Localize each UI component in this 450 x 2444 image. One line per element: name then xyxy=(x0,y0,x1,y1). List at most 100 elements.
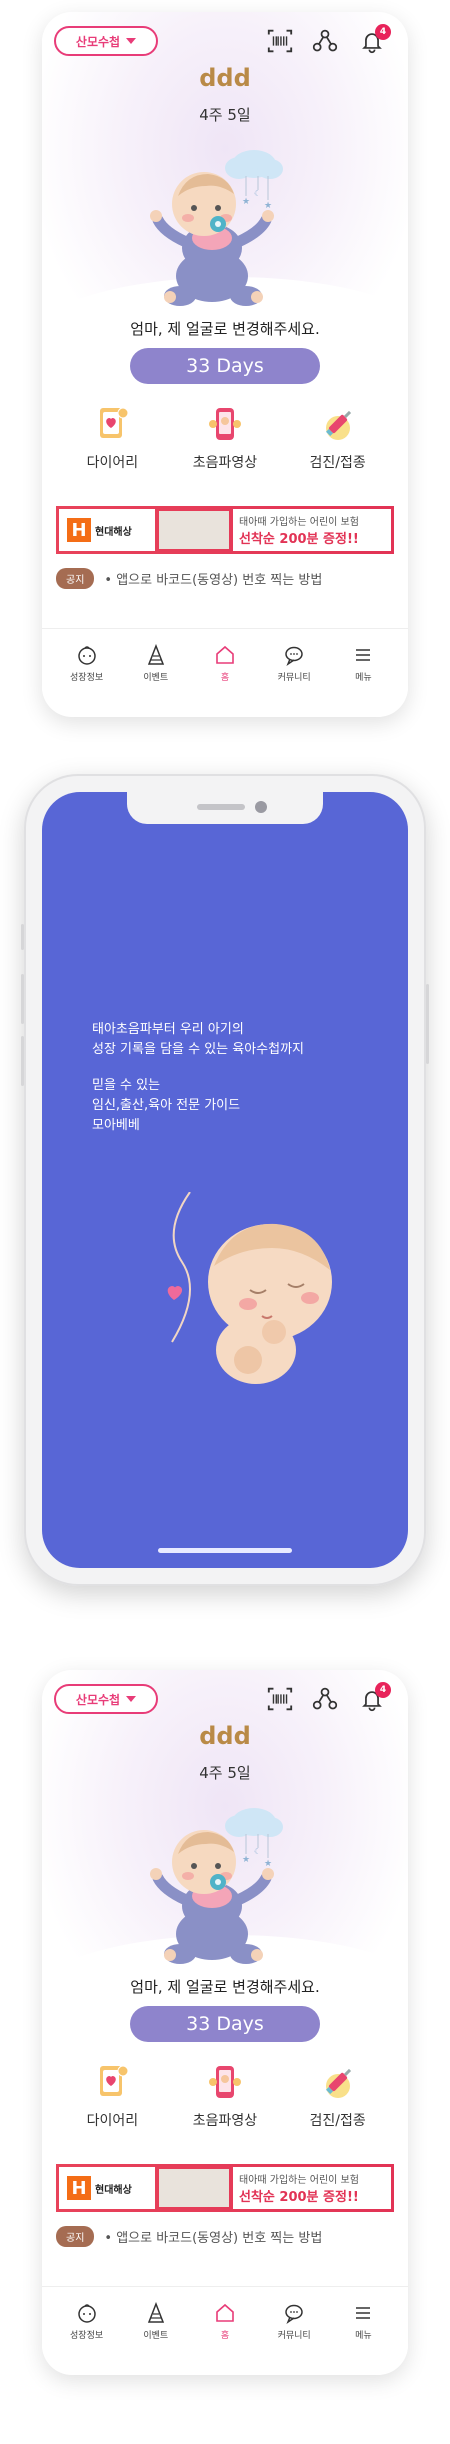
days-counter-button[interactable]: 33 Days xyxy=(130,348,320,384)
nav-growth[interactable]: 성장정보 xyxy=(57,644,117,683)
notice-text: • 앱으로 바코드(동영상) 번호 찍는 방법 xyxy=(104,2231,323,2246)
hyundai-logo-icon: H xyxy=(67,518,91,542)
nav-growth-label: 성장정보 xyxy=(70,673,104,683)
menu-vaccine-label: 검진/접종 xyxy=(309,2113,366,2129)
barcode-icon[interactable] xyxy=(265,1684,295,1714)
hamburger-icon xyxy=(356,649,371,661)
notice-bar[interactable]: 공지 • 앱으로 바코드(동영상) 번호 찍는 방법 xyxy=(56,2226,322,2247)
splash-line: 믿을 수 있는 xyxy=(92,1078,161,1093)
banner-line1: 태아때 가입하는 어린이 보험 xyxy=(239,517,359,528)
nav-event-label: 이벤트 xyxy=(143,673,169,683)
notification-badge: 4 xyxy=(375,1682,391,1698)
banner-brand-area: H 현대해상 xyxy=(59,509,155,551)
nav-growth-label: 성장정보 xyxy=(70,2331,104,2341)
menu-diary-label: 다이어리 xyxy=(86,2113,139,2129)
nav-event[interactable]: 이벤트 xyxy=(126,644,186,683)
splash-line: 성장 기록을 담을 수 있는 육아수첩까지 xyxy=(92,1042,305,1057)
mode-select-label: 산모수첩 xyxy=(75,34,121,49)
nav-menu[interactable]: 메뉴 xyxy=(333,644,393,683)
baby-name: ddd xyxy=(199,1722,251,1750)
nav-community[interactable]: 커뮤니티 xyxy=(264,2302,324,2341)
home-screen-card-top: 산모수첩 4 ddd 4주 5일 ★ ☾ ★ 엄마, 제 얼굴로 변경해주세요.… xyxy=(42,12,408,717)
ad-banner[interactable]: H 현대해상 태아때 가입하는 어린이 보험 선착순 200분 증정!! xyxy=(56,506,394,554)
mode-select-button[interactable]: 산모수첩 xyxy=(54,1684,158,1714)
baby-face-icon xyxy=(77,2304,96,2323)
banner-text: 태아때 가입하는 어린이 보험 선착순 200분 증정!! xyxy=(233,509,391,551)
splash-line: 모아베베 xyxy=(92,1118,140,1133)
menu-ultrasound[interactable]: 초음파영상 xyxy=(175,402,275,472)
bottom-nav: 성장정보 이벤트 홈 커뮤니티 메뉴 xyxy=(42,2286,408,2356)
banner-line2: 선착순 200분 증정!! xyxy=(239,2190,359,2205)
baby-illustration: ★ ☾ ★ xyxy=(150,150,283,306)
caret-down-icon xyxy=(126,38,137,44)
nav-community[interactable]: 커뮤니티 xyxy=(264,644,324,683)
menu-ultrasound-label: 초음파영상 xyxy=(192,455,258,471)
svg-text:★: ★ xyxy=(242,1855,250,1865)
banner-line1: 태아때 가입하는 어린이 보험 xyxy=(239,2175,359,2186)
vaccine-icon xyxy=(325,2068,351,2098)
pregnancy-week: 4주 5일 xyxy=(199,1764,251,1782)
phone-side-button xyxy=(21,974,24,1024)
nav-home-label: 홈 xyxy=(220,2331,230,2341)
barcode-icon[interactable] xyxy=(265,26,295,56)
days-counter-button[interactable]: 33 Days xyxy=(130,2006,320,2042)
ad-banner[interactable]: H 현대해상 태아때 가입하는 어린이 보험 선착순 200분 증정!! xyxy=(56,2164,394,2212)
home-indicator xyxy=(158,1548,292,1553)
hamburger-icon xyxy=(356,2307,371,2319)
menu-diary[interactable]: 다이어리 xyxy=(62,2060,162,2130)
svg-text:★: ★ xyxy=(264,201,272,211)
phone-notch xyxy=(127,792,323,824)
nav-growth[interactable]: 성장정보 xyxy=(57,2302,117,2341)
bell-icon[interactable]: 4 xyxy=(357,24,391,56)
nav-event[interactable]: 이벤트 xyxy=(126,2302,186,2341)
menu-ultrasound[interactable]: 초음파영상 xyxy=(175,2060,275,2130)
menu-ultrasound-label: 초음파영상 xyxy=(192,2113,258,2129)
mode-select-button[interactable]: 산모수첩 xyxy=(54,26,158,56)
svg-text:☾: ☾ xyxy=(254,189,261,198)
menu-vaccine-label: 검진/접종 xyxy=(309,455,366,471)
fetus-illustration xyxy=(167,1192,332,1384)
bell-icon[interactable]: 4 xyxy=(357,1682,391,1714)
baby-illustration: ★ ☾ ★ xyxy=(150,1808,283,1964)
phone-side-button xyxy=(21,924,24,950)
nav-community-label: 커뮤니티 xyxy=(277,2331,311,2341)
notice-tag: 공지 xyxy=(56,2226,95,2247)
diary-icon xyxy=(100,2065,129,2096)
ultrasound-icon xyxy=(208,2066,241,2098)
diary-icon xyxy=(100,407,129,438)
phone-mockup: 태아초음파부터 우리 아기의 성장 기록을 담을 수 있는 육아수첩까지 믿을 … xyxy=(21,774,429,1586)
notice-text: • 앱으로 바코드(동영상) 번호 찍는 방법 xyxy=(104,573,323,588)
notice-bar[interactable]: 공지 • 앱으로 바코드(동영상) 번호 찍는 방법 xyxy=(56,568,322,589)
phone-side-button xyxy=(21,1036,24,1086)
share-icon[interactable] xyxy=(310,26,340,56)
banner-photo xyxy=(159,511,229,549)
home-icon xyxy=(216,2303,234,2322)
share-icon[interactable] xyxy=(310,1684,340,1714)
splash-screen: 태아초음파부터 우리 아기의 성장 기록을 담을 수 있는 육아수첩까지 믿을 … xyxy=(42,792,408,1568)
nav-home[interactable]: 홈 xyxy=(195,644,255,683)
mode-select-label: 산모수첩 xyxy=(75,1692,121,1707)
banner-brand: 현대해상 xyxy=(95,526,132,538)
vaccine-icon xyxy=(325,410,351,440)
nav-menu[interactable]: 메뉴 xyxy=(333,2302,393,2341)
baby-face-icon xyxy=(77,646,96,665)
quick-menu: 다이어리 초음파영상 검진/접종 xyxy=(42,2060,408,2130)
splash-line: 태아초음파부터 우리 아기의 xyxy=(92,1022,244,1037)
menu-vaccine[interactable]: 검진/접종 xyxy=(288,2060,388,2130)
baby-message: 엄마, 제 얼굴로 변경해주세요. xyxy=(130,320,320,338)
banner-line2: 선착순 200분 증정!! xyxy=(239,532,359,547)
menu-diary[interactable]: 다이어리 xyxy=(62,402,162,472)
banner-brand: 현대해상 xyxy=(95,2184,132,2196)
baby-name: ddd xyxy=(199,64,251,92)
pregnancy-week: 4주 5일 xyxy=(199,106,251,124)
notice-tag: 공지 xyxy=(56,568,95,589)
party-hat-icon xyxy=(147,2302,164,2323)
nav-home[interactable]: 홈 xyxy=(195,2302,255,2341)
menu-vaccine[interactable]: 검진/접종 xyxy=(288,402,388,472)
svg-text:☾: ☾ xyxy=(254,1847,261,1856)
home-screen-card-bottom: 산모수첩 4 ddd 4주 5일 ★ ☾ ★ 엄마, 제 얼굴로 변경해주세요.… xyxy=(42,1670,408,2375)
party-hat-icon xyxy=(147,644,164,665)
banner-text: 태아때 가입하는 어린이 보험 선착순 200분 증정!! xyxy=(233,2167,391,2209)
baby-message: 엄마, 제 얼굴로 변경해주세요. xyxy=(130,1978,320,1996)
nav-menu-label: 메뉴 xyxy=(355,2331,372,2341)
